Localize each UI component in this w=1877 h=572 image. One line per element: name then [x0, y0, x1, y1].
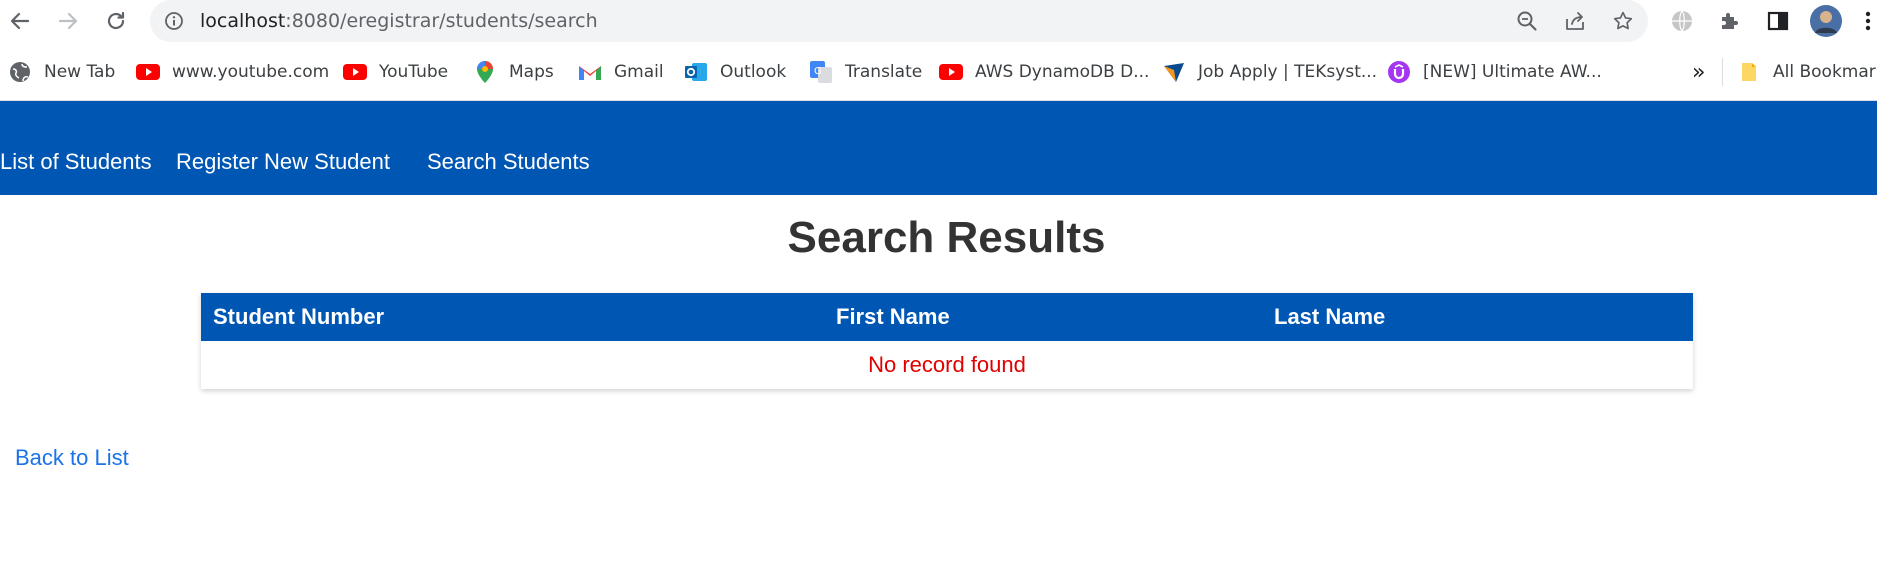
extensions-puzzle-icon[interactable] [1718, 9, 1742, 33]
bookmark-label: Maps [509, 62, 554, 82]
bookmark-label: Translate [845, 62, 923, 82]
column-header-last-name: Last Name [1262, 293, 1693, 341]
bookmark-label: [NEW] Ultimate AW... [1423, 62, 1602, 82]
back-to-list-link[interactable]: Back to List [15, 445, 129, 471]
bookmark-youtube-site[interactable]: www.youtube.com [136, 60, 329, 84]
bookmark-job-apply[interactable]: Job Apply | TEKsyst... [1162, 60, 1377, 84]
zoom-icon[interactable] [1515, 9, 1539, 33]
bookmark-aws-dynamodb[interactable]: AWS DynamoDB D... [939, 60, 1149, 84]
browser-toolbar: localhost:8080/eregistrar/students/searc… [0, 0, 1877, 42]
youtube-icon [343, 60, 367, 84]
extension-globe-icon[interactable] [1670, 9, 1694, 33]
bookmark-label: AWS DynamoDB D... [975, 62, 1150, 82]
bookmarks-divider [1722, 58, 1723, 86]
empty-results-message: No record found [868, 352, 1026, 377]
url-text[interactable]: localhost:8080/eregistrar/students/searc… [200, 10, 598, 32]
youtube-icon [939, 60, 963, 84]
bookmark-label: Outlook [720, 62, 787, 82]
results-table-card: Student Number First Name Last Name No r… [201, 293, 1693, 389]
side-panel-icon[interactable] [1766, 9, 1790, 33]
bookmark-star-icon[interactable] [1611, 9, 1635, 33]
globe-icon [8, 60, 32, 84]
profile-avatar-icon[interactable] [1809, 4, 1843, 38]
bookmarks-bar: New Tab www.youtube.com YouTube Maps Gma… [0, 50, 1877, 94]
nav-list-students[interactable]: List of Students [0, 149, 152, 175]
outlook-icon [684, 60, 708, 84]
column-header-student-number: Student Number [201, 293, 824, 341]
arrow-right-icon [58, 12, 78, 30]
bookmark-youtube[interactable]: YouTube [343, 60, 448, 84]
bookmark-label: New Tab [44, 62, 116, 82]
all-bookmarks-button[interactable]: All Bookmarks [1737, 60, 1877, 84]
share-icon[interactable] [1563, 9, 1587, 33]
bookmark-ultimate-aws[interactable]: [NEW] Ultimate AW... [1387, 60, 1602, 84]
svg-text:G: G [814, 66, 822, 77]
translate-icon: G [809, 60, 833, 84]
arrow-left-icon [10, 12, 30, 30]
site-info-icon[interactable] [164, 11, 184, 31]
youtube-icon [136, 60, 160, 84]
bookmark-maps[interactable]: Maps [473, 60, 554, 84]
column-header-first-name: First Name [824, 293, 1262, 341]
bookmarks-overflow-button[interactable]: » [1692, 59, 1706, 85]
gmail-icon [578, 60, 602, 84]
table-header-row: Student Number First Name Last Name [201, 293, 1693, 341]
bookmark-new-tab[interactable]: New Tab [8, 60, 115, 84]
bookmark-label: Job Apply | TEKsyst... [1198, 62, 1378, 82]
maps-pin-icon [473, 60, 497, 84]
back-button[interactable] [5, 6, 35, 36]
nav-search-students[interactable]: Search Students [427, 149, 590, 175]
bookmark-gmail[interactable]: Gmail [578, 60, 664, 84]
chevron-double-right-icon: » [1692, 59, 1706, 85]
teksystems-icon [1162, 60, 1186, 84]
nav-register-student[interactable]: Register New Student [176, 149, 390, 175]
browser-menu-icon[interactable] [1862, 9, 1874, 33]
forward-button[interactable] [53, 6, 83, 36]
table-row: No record found [201, 341, 1693, 389]
folder-icon [1737, 60, 1761, 84]
address-bar[interactable]: localhost:8080/eregistrar/students/searc… [150, 0, 1648, 42]
bookmark-outlook[interactable]: Outlook [684, 60, 786, 84]
reload-button[interactable] [101, 6, 131, 36]
page-title: Search Results [787, 213, 1106, 262]
results-table: Student Number First Name Last Name No r… [201, 293, 1693, 389]
bookmark-translate[interactable]: G Translate [809, 60, 922, 84]
udemy-icon [1387, 60, 1411, 84]
bookmark-label: www.youtube.com [172, 62, 330, 82]
bookmark-label: YouTube [379, 62, 449, 82]
bookmark-label: All Bookmarks [1773, 62, 1877, 82]
url-path: :8080/eregistrar/students/search [285, 10, 598, 32]
reload-icon [107, 11, 125, 30]
url-host: localhost [200, 10, 286, 32]
app-navbar: List of Students Register New Student Se… [0, 101, 1877, 195]
bookmark-label: Gmail [614, 62, 664, 82]
